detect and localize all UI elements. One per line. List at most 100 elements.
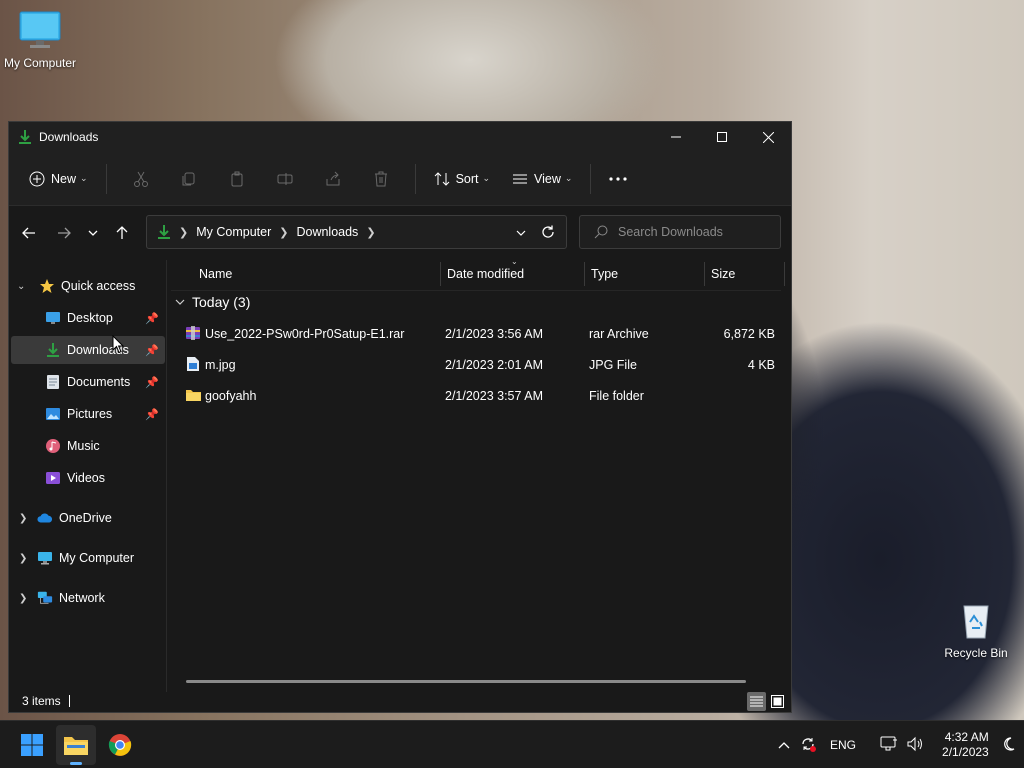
monitor-icon bbox=[37, 550, 53, 566]
minimize-icon bbox=[671, 136, 681, 138]
desktop-folder-icon bbox=[45, 310, 61, 326]
copy-button[interactable] bbox=[165, 162, 213, 196]
desktop-icon-my-computer[interactable]: My Computer bbox=[2, 10, 78, 70]
chevron-down-icon bbox=[88, 230, 98, 236]
nav-pictures[interactable]: Pictures 📌 bbox=[11, 400, 165, 428]
delete-button[interactable] bbox=[357, 162, 405, 196]
pin-icon: 📌 bbox=[145, 408, 159, 421]
refresh-icon bbox=[542, 225, 554, 238]
chevron-right-icon[interactable]: ❯ bbox=[19, 553, 27, 564]
chevron-right-icon[interactable]: ❯ bbox=[19, 513, 27, 524]
file-date: 2/1/2023 3:56 AM bbox=[445, 327, 543, 341]
more-icon bbox=[609, 176, 628, 181]
file-type: File folder bbox=[589, 389, 644, 403]
file-row[interactable]: m.jpg 2/1/2023 2:01 AM JPG File 4 KB bbox=[177, 351, 777, 379]
chevron-down-icon: ⌄ bbox=[564, 173, 573, 183]
search-input[interactable] bbox=[618, 225, 768, 239]
desktop-icon-recycle-bin[interactable]: Recycle Bin bbox=[940, 600, 1012, 660]
sync-icon bbox=[802, 737, 816, 752]
videos-icon bbox=[45, 470, 61, 486]
pin-icon: 📌 bbox=[145, 312, 159, 325]
taskbar-file-explorer[interactable] bbox=[56, 725, 96, 765]
close-button[interactable] bbox=[745, 122, 791, 152]
forward-button[interactable] bbox=[48, 217, 80, 249]
active-indicator bbox=[70, 762, 82, 765]
nav-quick-access[interactable]: ⌄ Quick access bbox=[11, 272, 165, 300]
tiles-view-button[interactable] bbox=[768, 692, 787, 711]
image-file-icon bbox=[186, 356, 200, 375]
maximize-button[interactable] bbox=[699, 122, 745, 152]
back-button[interactable] bbox=[13, 217, 45, 249]
start-button[interactable] bbox=[12, 725, 52, 765]
refresh-button[interactable] bbox=[541, 225, 555, 242]
language-indicator[interactable]: ENG bbox=[830, 738, 856, 752]
file-explorer-window: Downloads New ⌄ Sort ⌄ View ⌄ ❯ My Compu… bbox=[8, 121, 792, 713]
clock-date: 2/1/2023 bbox=[942, 745, 989, 759]
plus-circle-icon bbox=[29, 171, 45, 186]
up-button[interactable] bbox=[106, 217, 138, 249]
rar-archive-icon bbox=[185, 325, 201, 344]
nav-label: OneDrive bbox=[59, 511, 112, 525]
address-bar[interactable]: ❯ My Computer ❯ Downloads ❯ bbox=[146, 215, 567, 249]
breadcrumb-my-computer[interactable]: My Computer bbox=[196, 225, 271, 239]
nav-network[interactable]: ❯ Network bbox=[11, 584, 165, 612]
network-icon bbox=[37, 590, 53, 606]
nav-label: My Computer bbox=[59, 551, 135, 565]
close-icon bbox=[762, 131, 774, 143]
copy-icon bbox=[182, 172, 195, 185]
share-button[interactable] bbox=[309, 162, 357, 196]
details-view-button[interactable] bbox=[747, 692, 766, 711]
taskbar: ENG 4:32 AM 2/1/2023 bbox=[0, 720, 1024, 768]
nav-label: Quick access bbox=[61, 279, 136, 293]
chevron-down-icon[interactable]: ⌄ bbox=[17, 281, 25, 292]
see-more-button[interactable] bbox=[601, 162, 635, 196]
chevron-down-icon: ⌄ bbox=[80, 173, 88, 183]
nav-desktop[interactable]: Desktop 📌 bbox=[11, 304, 165, 332]
volume-button[interactable] bbox=[906, 736, 924, 755]
recycle-bin-icon bbox=[940, 600, 1012, 643]
cut-button[interactable] bbox=[117, 162, 165, 196]
network-status-button[interactable] bbox=[880, 736, 898, 755]
new-button[interactable]: New ⌄ bbox=[21, 162, 96, 196]
status-separator bbox=[68, 695, 70, 707]
file-name: m.jpg bbox=[205, 358, 236, 372]
address-dropdown-button[interactable] bbox=[516, 225, 526, 239]
nav-videos[interactable]: Videos bbox=[11, 464, 165, 492]
download-icon bbox=[45, 342, 61, 358]
paste-button[interactable] bbox=[213, 162, 261, 196]
nav-music[interactable]: Music bbox=[11, 432, 165, 460]
nav-label: Documents bbox=[67, 375, 131, 389]
recent-locations-button[interactable] bbox=[80, 217, 106, 249]
desktop-icon-label: Recycle Bin bbox=[944, 646, 1008, 660]
separator bbox=[414, 163, 416, 194]
search-box[interactable] bbox=[579, 215, 781, 249]
clock[interactable]: 4:32 AM 2/1/2023 bbox=[942, 730, 989, 760]
chevron-right-icon[interactable]: ❯ bbox=[19, 593, 27, 604]
minimize-button[interactable] bbox=[653, 122, 699, 152]
pin-icon: 📌 bbox=[145, 376, 159, 389]
nav-label: Pictures bbox=[67, 407, 113, 421]
file-date: 2/1/2023 3:57 AM bbox=[445, 389, 543, 403]
nav-downloads[interactable]: Downloads 📌 bbox=[11, 336, 165, 364]
file-row[interactable]: goofyahh 2/1/2023 3:57 AM File folder bbox=[177, 382, 777, 410]
nav-label: Network bbox=[59, 591, 105, 605]
file-size: 4 KB bbox=[747, 358, 775, 372]
breadcrumb-downloads[interactable]: Downloads bbox=[296, 225, 358, 239]
file-row[interactable]: Use_2022-PSw0rd-Pr0Satup-E1.rar 2/1/2023… bbox=[177, 320, 777, 348]
sort-label: Sort bbox=[455, 171, 479, 186]
taskbar-chrome[interactable] bbox=[100, 725, 140, 765]
nav-my-computer[interactable]: ❯ My Computer bbox=[11, 544, 165, 572]
share-icon bbox=[326, 171, 340, 185]
nav-label: Music bbox=[67, 439, 100, 453]
view-button[interactable]: View ⌄ bbox=[504, 162, 580, 196]
title-bar[interactable]: Downloads bbox=[9, 122, 791, 152]
horizontal-scrollbar[interactable] bbox=[186, 680, 746, 683]
nav-onedrive[interactable]: ❯ OneDrive bbox=[11, 504, 165, 532]
show-hidden-icons-button[interactable] bbox=[778, 738, 790, 752]
nav-documents[interactable]: Documents 📌 bbox=[11, 368, 165, 396]
sync-status-button[interactable] bbox=[800, 736, 816, 755]
search-icon bbox=[594, 225, 608, 239]
rename-button[interactable] bbox=[261, 162, 309, 196]
notifications-button[interactable] bbox=[1003, 736, 1019, 755]
sort-button[interactable]: Sort ⌄ bbox=[426, 162, 498, 196]
